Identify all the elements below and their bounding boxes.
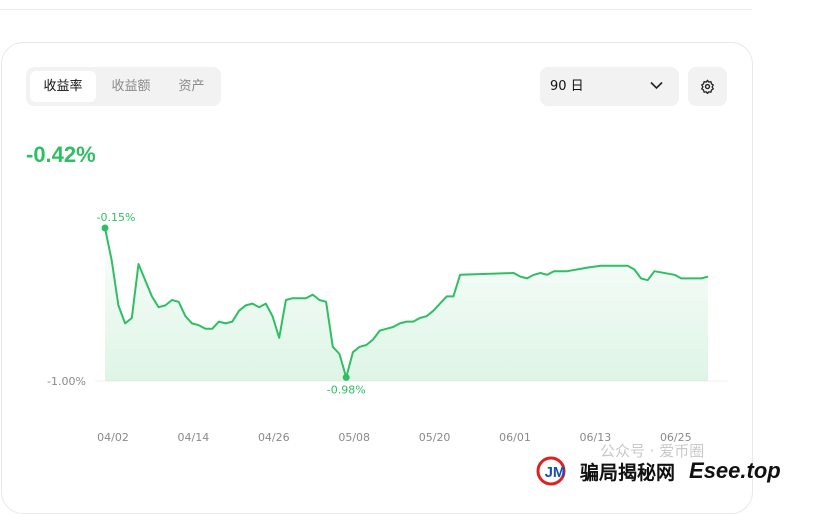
max-label: -0.15% [97, 211, 136, 224]
min-label: -0.98% [327, 383, 366, 396]
svg-text:JM: JM [545, 464, 566, 481]
y-tick-label: -1.00% [47, 375, 86, 388]
logo-cn: 骗局揭秘网 [580, 461, 676, 484]
x-tick-label: 04/02 [97, 431, 129, 444]
logo-en: Esee.top [689, 458, 781, 483]
area-fill [105, 228, 708, 381]
x-tick-label: 04/26 [258, 431, 290, 444]
watermark-logo: JM 骗局揭秘网 Esee.top [536, 454, 781, 488]
x-tick-label: 06/01 [499, 431, 531, 444]
jm-logo-icon: JM [536, 456, 566, 486]
x-tick-label: 05/20 [419, 431, 451, 444]
max-point [101, 224, 109, 232]
return-chart: -1.00% 04/02 04/14 04/26 05/08 05/20 06/01 06/… [47, 211, 728, 444]
x-tick-label: 05/08 [338, 431, 370, 444]
min-point [342, 373, 350, 381]
x-tick-label: 04/14 [178, 431, 210, 444]
